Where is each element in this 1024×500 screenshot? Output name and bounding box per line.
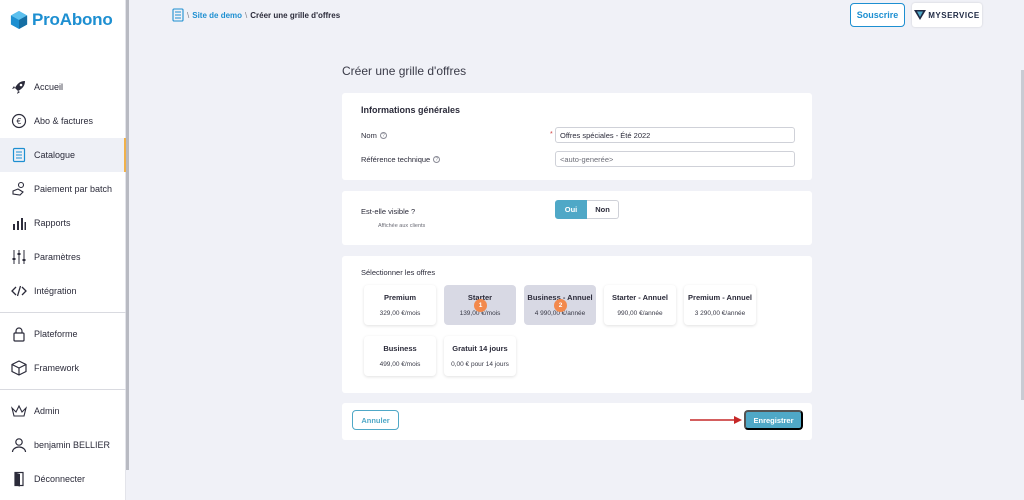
breadcrumb-link-site[interactable]: Site de demo bbox=[192, 11, 242, 20]
selection-order-badge: 1 bbox=[474, 299, 487, 312]
sidebar-item-label: Rapports bbox=[34, 218, 71, 228]
general-info-title: Informations générales bbox=[361, 105, 461, 115]
sidebar-item-label: Plateforme bbox=[34, 329, 78, 339]
offer-name: Gratuit 14 jours bbox=[452, 344, 508, 353]
sidebar-item-label: Déconnecter bbox=[34, 474, 86, 484]
sidebar-item-label: Catalogue bbox=[34, 150, 76, 160]
subscribe-button[interactable]: Souscrire bbox=[850, 3, 905, 27]
breadcrumb-separator: \ bbox=[187, 10, 190, 20]
selection-order-badge: 2 bbox=[554, 299, 567, 312]
myservice-brand[interactable]: MYSERVICE bbox=[912, 3, 982, 27]
ref-input[interactable] bbox=[555, 151, 795, 167]
catalog-icon bbox=[10, 146, 28, 164]
page-title: Créer une grille d'offres bbox=[342, 64, 467, 78]
myservice-logo-icon bbox=[914, 10, 927, 20]
offer-name: Premium bbox=[383, 293, 417, 302]
visibility-yes-button[interactable]: Oui bbox=[555, 200, 587, 219]
sidebar-item-label: Abo & factures bbox=[34, 116, 94, 126]
offers-title: Sélectionner les offres bbox=[361, 268, 436, 277]
sidebar-item-label: Intégration bbox=[34, 286, 77, 296]
crown-icon bbox=[10, 402, 28, 420]
offer-card-business-annuel[interactable]: Business - Annuel 4 990,00 €/année 2 bbox=[524, 285, 596, 325]
help-icon[interactable]: ? bbox=[379, 132, 387, 139]
save-button[interactable]: Enregistrer bbox=[744, 410, 803, 430]
sidebar-item-label: Admin bbox=[34, 406, 60, 416]
app-logo[interactable]: ProAbono bbox=[10, 10, 113, 30]
required-asterisk: * bbox=[550, 131, 553, 138]
lock-icon bbox=[10, 325, 28, 343]
breadcrumb: \ Site de demo \ Créer une grille d'offr… bbox=[172, 8, 340, 22]
general-info-card: Informations générales Nom ? * Référence… bbox=[342, 93, 812, 180]
offers-card: Sélectionner les offres Premium 329,00 €… bbox=[342, 256, 812, 393]
catalog-icon bbox=[172, 8, 184, 22]
rocket-icon bbox=[10, 78, 28, 96]
offer-card-gratuit-14-jours[interactable]: Gratuit 14 jours 0,00 € pour 14 jours bbox=[444, 336, 516, 376]
sidebar-item-deconnecter[interactable]: Déconnecter bbox=[0, 462, 126, 496]
sidebar-item-plateforme[interactable]: Plateforme bbox=[0, 317, 126, 351]
visibility-card: Est-elle visible ? Affichée aux clients … bbox=[342, 191, 812, 245]
sidebar-item-integration[interactable]: Intégration bbox=[0, 274, 126, 308]
cancel-button[interactable]: Annuler bbox=[352, 410, 399, 430]
sidebar-item-catalogue[interactable]: Catalogue bbox=[0, 138, 126, 172]
sidebar-item-label: Framework bbox=[34, 363, 80, 373]
offer-price: 3 290,00 €/année bbox=[694, 310, 746, 317]
sidebar-scrollbar[interactable] bbox=[126, 0, 129, 470]
arrow-right-icon bbox=[690, 416, 742, 424]
actions-card: Annuler Enregistrer bbox=[342, 403, 812, 440]
offer-card-premium-annuel[interactable]: Premium - Annuel 3 290,00 €/année bbox=[684, 285, 756, 325]
name-label: Nom ? bbox=[361, 131, 387, 140]
batch-payment-icon bbox=[10, 180, 28, 198]
proabono-logo-icon bbox=[10, 11, 28, 29]
sidebar-item-rapports[interactable]: Rapports bbox=[0, 206, 126, 240]
offer-card-premium[interactable]: Premium 329,00 €/mois bbox=[364, 285, 436, 325]
sidebar-divider bbox=[0, 389, 126, 390]
visibility-label: Est-elle visible ? bbox=[361, 207, 416, 216]
offer-name: Starter - Annuel bbox=[612, 293, 668, 302]
visibility-sublabel: Affichée aux clients bbox=[378, 223, 426, 229]
sidebar-nav: Accueil € Abo & factures Catalogue Paiem… bbox=[0, 70, 126, 496]
sidebar-item-label: Accueil bbox=[34, 82, 64, 92]
help-icon[interactable]: ? bbox=[433, 156, 441, 163]
door-icon bbox=[10, 470, 28, 488]
svg-text:€: € bbox=[16, 117, 21, 126]
name-input[interactable] bbox=[555, 127, 795, 143]
offer-price: 990,00 €/année bbox=[617, 310, 663, 317]
euro-icon: € bbox=[10, 112, 28, 130]
name-label-text: Nom bbox=[361, 131, 377, 140]
reports-icon bbox=[10, 214, 28, 232]
offer-name: Business bbox=[383, 344, 417, 353]
sidebar-item-paiement-batch[interactable]: Paiement par batch bbox=[0, 172, 126, 206]
sidebar-item-label: Paramètres bbox=[34, 252, 81, 262]
visibility-no-button[interactable]: Non bbox=[587, 200, 619, 219]
sidebar-item-abo-factures[interactable]: € Abo & factures bbox=[0, 104, 126, 138]
user-icon bbox=[10, 436, 28, 454]
code-icon bbox=[10, 282, 28, 300]
offer-card-starter-annuel[interactable]: Starter - Annuel 990,00 €/année bbox=[604, 285, 676, 325]
sidebar-item-label: Paiement par batch bbox=[34, 184, 113, 194]
app-name: ProAbono bbox=[32, 10, 113, 29]
sidebar-item-parametres[interactable]: Paramètres bbox=[0, 240, 126, 274]
breadcrumb-separator: \ bbox=[245, 10, 248, 20]
offer-name: Premium - Annuel bbox=[688, 293, 752, 302]
offer-price: 329,00 €/mois bbox=[379, 310, 421, 317]
sidebar-item-label: benjamin BELLIER bbox=[34, 440, 111, 450]
offer-card-business[interactable]: Business 499,00 €/mois bbox=[364, 336, 436, 376]
offer-card-starter[interactable]: Starter 139,00 €/mois 1 bbox=[444, 285, 516, 325]
sidebar-item-admin[interactable]: Admin bbox=[0, 394, 126, 428]
sidebar-divider bbox=[0, 312, 126, 313]
ref-label-text: Référence technique bbox=[361, 155, 431, 164]
myservice-brand-label: MYSERVICE bbox=[928, 10, 980, 20]
offer-price: 499,00 €/mois bbox=[379, 361, 421, 368]
sliders-icon bbox=[10, 248, 28, 266]
cube-icon bbox=[10, 359, 28, 377]
sidebar-item-accueil[interactable]: Accueil bbox=[0, 70, 126, 104]
breadcrumb-current: Créer une grille d'offres bbox=[250, 10, 341, 20]
ref-label: Référence technique ? bbox=[361, 155, 441, 164]
sidebar-item-user[interactable]: benjamin BELLIER bbox=[0, 428, 126, 462]
offer-price: 0,00 € pour 14 jours bbox=[451, 361, 509, 368]
sidebar: ProAbono Accueil € Abo & factures Catalo… bbox=[0, 0, 126, 500]
sidebar-item-framework[interactable]: Framework bbox=[0, 351, 126, 385]
visibility-toggle: Oui Non bbox=[555, 200, 619, 219]
